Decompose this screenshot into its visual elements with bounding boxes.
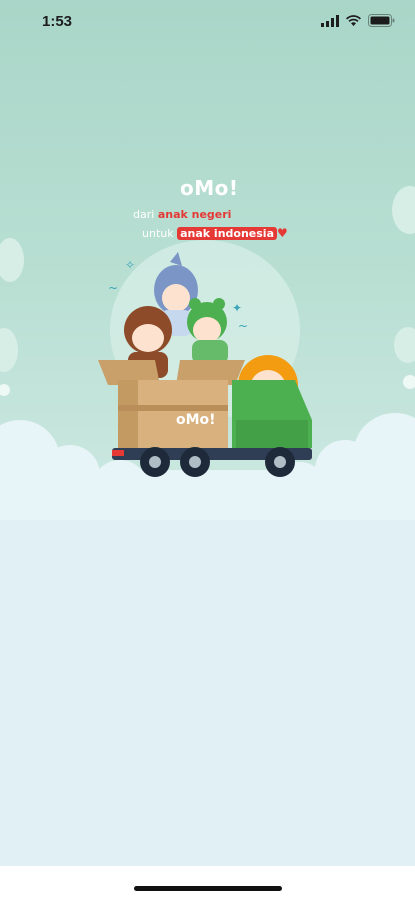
tagline-line-2: untuk anak indonesia ♥ [142, 226, 288, 240]
status-time: 1:53 [42, 13, 73, 30]
tagline-1-prefix: dari [133, 208, 155, 221]
tagline-2-highlight: anak indonesia [177, 227, 277, 240]
content-background [0, 470, 415, 866]
tagline-2-prefix: untuk [142, 227, 174, 240]
tagline-line-1: dari anak negeri [133, 208, 231, 221]
home-indicator[interactable] [134, 886, 282, 891]
battery-icon [368, 14, 395, 27]
wifi-icon [346, 14, 361, 26]
svg-text:oMo!: oMo! [176, 412, 216, 428]
heart-icon: ♥ [277, 226, 288, 240]
svg-text:~: ~ [238, 319, 248, 333]
app-logo: oMo! [180, 176, 239, 200]
signal-icon [321, 14, 339, 27]
tagline-1-highlight: anak negeri [157, 208, 232, 221]
svg-text:✦: ✦ [232, 301, 242, 315]
home-indicator-area [0, 866, 415, 900]
splash-screen: ✧ ~ ✦ ~ oMo! oMo! dari anak negeri untuk… [0, 0, 415, 900]
status-bar: 1:53 [0, 0, 415, 44]
svg-text:~: ~ [108, 281, 118, 295]
svg-text:✧: ✧ [125, 258, 135, 272]
